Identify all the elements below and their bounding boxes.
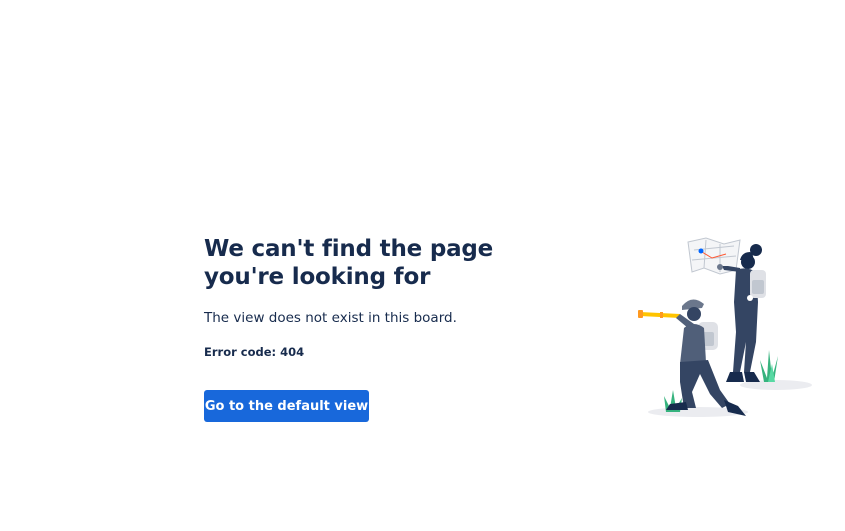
explorers-illustration — [638, 237, 812, 417]
go-to-default-view-button[interactable]: Go to the default view — [204, 390, 369, 422]
page-title: We can't find the page you're looking fo… — [204, 236, 494, 290]
error-page: We can't find the page you're looking fo… — [0, 0, 845, 531]
error-code: Error code: 404 — [204, 345, 305, 359]
error-content: We can't find the page you're looking fo… — [204, 235, 564, 360]
grass-icon — [760, 350, 778, 382]
explorer-with-spyglass-icon — [638, 299, 746, 416]
error-description: The view does not exist in this board. — [204, 310, 457, 326]
